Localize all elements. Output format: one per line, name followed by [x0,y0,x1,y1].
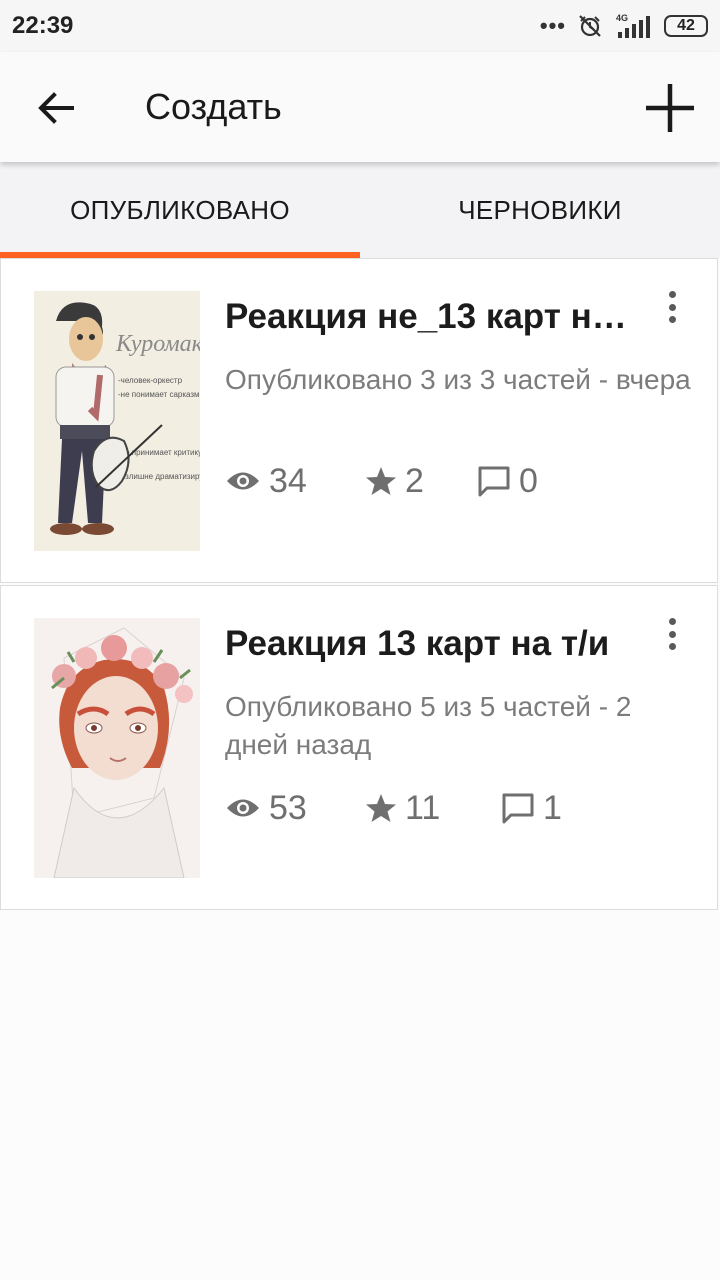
comment-icon [478,466,510,497]
more-notifications-icon: ••• [539,13,566,38]
story-meta: Опубликовано 5 из 5 частей - 2 дней наза… [225,691,632,760]
svg-text:4G: 4G [616,13,628,23]
views-stat: 53 [225,789,365,828]
eye-icon [227,799,259,817]
comment-icon [502,793,534,824]
svg-text:-человек-оркестр: -человек-оркестр [118,376,183,385]
arrow-left-icon [38,92,74,124]
story-cover-image: Куромаку -человек-оркестр -не понимает с… [34,291,200,551]
eye-icon [227,472,259,490]
signal-icon: 4G [616,13,650,38]
story-title[interactable]: Реакция не_13 карт на т/и [225,297,635,337]
comments-stat: 0 [477,462,538,501]
story-cover-image [34,618,200,878]
back-button[interactable] [30,82,82,134]
more-options-button[interactable] [657,287,687,327]
views-count: 34 [269,461,307,500]
status-bar: 22:39 ••• 4G 42 [0,0,720,52]
battery-indicator: 42 [664,15,708,37]
tab-drafts[interactable]: ЧЕРНОВИКИ [360,162,720,258]
star-icon [366,794,396,822]
story-title[interactable]: Реакция 13 карт на т/и [225,624,635,664]
tab-published[interactable]: ОПУБЛИКОВАНО [0,162,360,258]
story-card[interactable]: Реакция 13 карт на т/и Опубликовано 5 из… [0,585,718,910]
story-stats: 53 11 1 [225,784,562,832]
status-icons: ••• 4G 42 [540,10,708,42]
add-story-button[interactable] [640,78,700,138]
votes-count: 11 [405,788,441,827]
story-card[interactable]: Куромаку -человек-оркестр -не понимает с… [0,258,718,583]
votes-count: 2 [405,461,424,500]
votes-stat: 2 [365,462,477,501]
more-options-button[interactable] [657,614,687,654]
story-stats: 34 2 0 [225,457,538,505]
views-stat: 34 [225,462,365,501]
star-icon [366,467,396,495]
svg-text:Куромаку: Куромаку [115,331,200,357]
alarm-off-icon [579,15,601,37]
svg-text:-излишне драматизирует: -излишне драматизирует [118,472,200,481]
app-bar: Создать [0,52,720,162]
page-title: Создать [145,86,282,127]
comments-count: 1 [543,788,562,827]
views-count: 53 [269,788,307,827]
more-vert-icon [668,291,676,298]
status-time: 22:39 [12,12,74,39]
comments-stat: 1 [501,789,562,828]
more-vert-icon [668,618,676,625]
votes-stat: 11 [365,789,501,828]
story-meta: Опубликовано 3 из 3 частей - вчера [225,364,691,395]
tab-bar: ОПУБЛИКОВАНО ЧЕРНОВИКИ [0,162,720,258]
plus-icon [646,84,694,132]
story-list: Куромаку -человек-оркестр -не понимает с… [0,258,720,912]
comments-count: 0 [519,461,538,500]
svg-text:-не понимает сарказм: -не понимает сарказм [118,390,200,399]
